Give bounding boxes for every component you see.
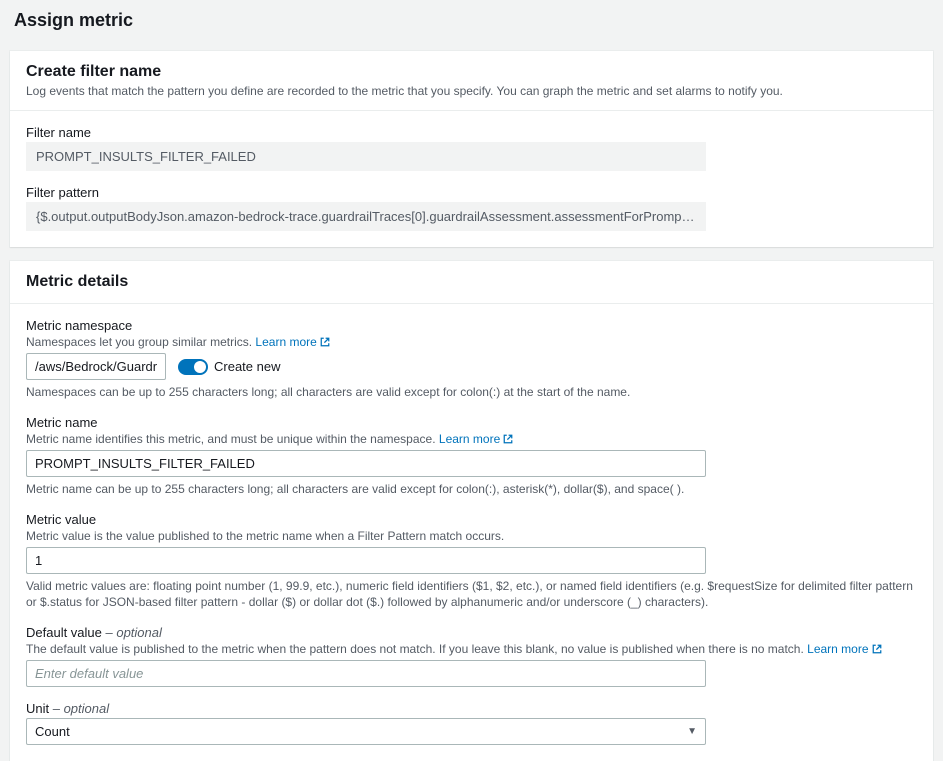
metric-name-constraint: Metric name can be up to 255 characters … [26,481,917,498]
metric-namespace-input[interactable] [26,353,166,380]
default-value-label: Default value – optional [26,625,917,640]
create-new-toggle[interactable] [178,359,208,375]
external-link-icon [320,337,330,347]
create-new-toggle-label: Create new [214,359,280,374]
metric-value-field: Metric value Metric value is the value p… [26,512,917,612]
filter-panel-title: Create filter name [26,63,917,81]
filter-pattern-field: Filter pattern {$.output.outputBodyJson.… [26,185,917,231]
metric-value-constraint: Valid metric values are: floating point … [26,578,917,612]
chevron-down-icon: ▼ [687,726,697,737]
create-filter-panel: Create filter name Log events that match… [10,51,933,247]
filter-name-label: Filter name [26,125,917,140]
page-header: Assign metric [0,0,943,37]
metric-value-desc: Metric value is the value published to t… [26,529,917,543]
metric-name-input[interactable] [26,450,706,477]
namespace-learn-more-link[interactable]: Learn more [255,335,329,349]
default-value-input[interactable] [26,660,706,687]
unit-select-value: Count [35,724,70,739]
default-value-desc: The default value is published to the me… [26,642,917,656]
filter-name-value: PROMPT_INSULTS_FILTER_FAILED [26,142,706,171]
unit-select[interactable]: Count ▼ [26,718,706,745]
external-link-icon [872,644,882,654]
metric-name-label: Metric name [26,415,917,430]
metric-details-panel: Metric details Metric namespace Namespac… [10,261,933,761]
metric-name-desc: Metric name identifies this metric, and … [26,432,917,446]
external-link-icon [503,434,513,444]
metric-namespace-desc: Namespaces let you group similar metrics… [26,335,917,349]
metric-namespace-label: Metric namespace [26,318,917,333]
filter-pattern-value: {$.output.outputBodyJson.amazon-bedrock-… [26,202,706,231]
panel-header: Metric details [10,261,933,304]
metric-name-field: Metric name Metric name identifies this … [26,415,917,498]
filter-panel-subtitle: Log events that match the pattern you de… [26,84,917,98]
metric-name-learn-more-link[interactable]: Learn more [439,432,513,446]
metric-value-input[interactable] [26,547,706,574]
page-title: Assign metric [14,10,929,31]
filter-name-field: Filter name PROMPT_INSULTS_FILTER_FAILED [26,125,917,171]
unit-label: Unit – optional [26,701,917,716]
default-value-learn-more-link[interactable]: Learn more [807,642,881,656]
metric-namespace-constraint: Namespaces can be up to 255 characters l… [26,384,917,401]
metric-panel-title: Metric details [26,273,917,291]
metric-namespace-field: Metric namespace Namespaces let you grou… [26,318,917,401]
panel-header: Create filter name Log events that match… [10,51,933,111]
metric-value-label: Metric value [26,512,917,527]
unit-field: Unit – optional Count ▼ [26,701,917,745]
default-value-field: Default value – optional The default val… [26,625,917,687]
filter-pattern-label: Filter pattern [26,185,917,200]
